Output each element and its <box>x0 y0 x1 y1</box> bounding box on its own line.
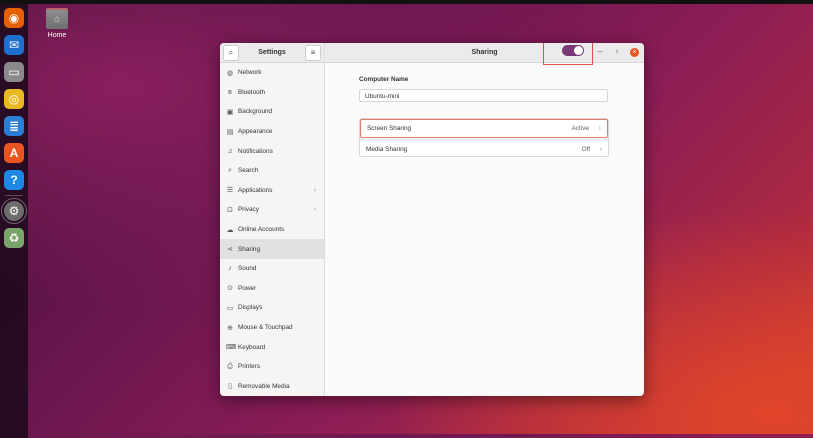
sidebar-item-displays[interactable]: ▭ Displays <box>220 298 324 318</box>
sidebar-item-label: Power <box>238 284 257 292</box>
sidebar-item-privacy[interactable]: ⊡ Privacy › <box>220 200 324 220</box>
home-folder-icon: ⌂ <box>46 8 68 29</box>
sidebar-item-label: Network <box>238 69 262 77</box>
search-icon: ⌕ <box>228 47 234 57</box>
sidebar-item-appearance[interactable]: ▤ Appearance <box>220 122 324 142</box>
sidebar-item-label: Mouse & Touchpad <box>238 324 293 332</box>
sharing-panel: Sharing – ▫ × Computer Name Ubuntu-mini … <box>325 43 644 396</box>
sidebar-item-label: Keyboard <box>238 343 266 351</box>
sharing-options-list: Screen Sharing Active › Media Sharing Of… <box>359 118 609 157</box>
privacy-icon: ⊡ <box>227 206 233 214</box>
maximize-button[interactable]: ▫ <box>612 47 622 56</box>
dock-separator <box>5 195 23 196</box>
top-bar <box>0 0 813 4</box>
settings-icon[interactable]: ⚙ <box>1 198 27 224</box>
sidebar-item-label: Printers <box>238 363 261 371</box>
sound-icon: ♪ <box>228 265 232 273</box>
computer-name-label: Computer Name <box>359 76 409 83</box>
sidebar-item-label: Appearance <box>238 128 273 136</box>
screen-sharing-row[interactable]: Screen Sharing Active › <box>360 119 608 138</box>
sidebar-item-label: Displays <box>238 304 263 312</box>
media-sharing-label: Media Sharing <box>366 145 408 153</box>
sidebar-title: Settings <box>258 49 286 56</box>
sidebar-item-power[interactable]: ⊙ Power <box>220 279 324 299</box>
sidebar-item-network[interactable]: ◍ Network <box>220 63 324 83</box>
sidebar-item-label: Applications <box>238 186 273 194</box>
sidebar-item-printers[interactable]: ⎙ Printers <box>220 357 324 377</box>
sharing-toggle-highlight <box>543 43 593 65</box>
appearance-icon: ▤ <box>226 128 234 136</box>
chevron-right-icon: › <box>598 125 601 132</box>
sidebar-item-label: Search <box>238 167 259 175</box>
dock: ◉ ✉ ▭ ◎ ≣ A? ⚙ ♻ <box>0 4 28 438</box>
sidebar-item-label: Privacy <box>238 206 259 214</box>
hamburger-menu-icon: ≡ <box>310 48 316 57</box>
app-center-icon[interactable]: A <box>4 143 24 163</box>
minimize-button[interactable]: – <box>595 47 605 56</box>
displays-icon: ▭ <box>226 304 234 312</box>
screen-sharing-status: Active <box>571 125 589 132</box>
sidebar-item-background[interactable]: ▣ Background <box>220 102 324 122</box>
home-folder-label: Home <box>47 32 67 39</box>
panel-header: Sharing – ▫ × <box>325 43 644 65</box>
printers-icon: ⎙ <box>227 362 233 370</box>
sidebar-item-label: Sound <box>238 265 257 273</box>
chevron-right-icon: › <box>313 206 316 214</box>
background-icon: ▣ <box>226 108 234 116</box>
sidebar-item-online-accounts[interactable]: ☁ Online Accounts <box>220 220 324 240</box>
writer-icon[interactable]: ≣ <box>4 116 24 136</box>
sidebar-item-search[interactable]: ⌕ Search <box>220 161 324 181</box>
sharing-toggle[interactable] <box>562 45 584 56</box>
firefox-icon[interactable]: ◉ <box>4 8 24 28</box>
rhythmbox-icon[interactable]: ◎ <box>4 89 24 109</box>
files-icon[interactable]: ▭ <box>4 62 24 82</box>
chevron-right-icon: › <box>599 145 602 153</box>
power-icon: ⊙ <box>227 285 233 293</box>
sidebar-item-bluetooth[interactable]: ʙ Bluetooth <box>220 83 324 103</box>
screen-sharing-label: Screen Sharing <box>367 125 412 132</box>
settings-window: ⌕ Settings ≡ ◍ Network ʙ Bluetooth ▣ Backgrou… <box>220 43 644 396</box>
search-button[interactable]: ⌕ <box>223 44 239 61</box>
sidebar-header: ⌕ Settings ≡ <box>220 43 324 63</box>
chevron-right-icon: › <box>313 186 316 194</box>
bluetooth-icon: ʙ <box>228 88 232 96</box>
sidebar-item-label: Bluetooth <box>238 88 266 96</box>
sidebar-item-label: Sharing <box>238 245 261 253</box>
computer-name-field[interactable]: Ubuntu-mini <box>359 89 608 102</box>
sidebar-item-label: Notifications <box>238 147 273 155</box>
sidebar-item-keyboard[interactable]: ⌨ Keyboard <box>220 337 324 357</box>
sidebar-item-label: Online Accounts <box>238 226 285 234</box>
sidebar-item-notifications[interactable]: ♫ Notifications <box>220 141 324 161</box>
sidebar-item-label: Background <box>238 108 273 116</box>
close-button[interactable]: × <box>630 48 639 57</box>
removable-media-icon: ▯ <box>228 383 232 391</box>
menu-button[interactable]: ≡ <box>305 44 321 61</box>
sharing-icon: ⋖ <box>227 246 233 254</box>
sidebar-item-applications[interactable]: ☰ Applications › <box>220 181 324 201</box>
thunderbird-icon[interactable]: ✉ <box>4 35 24 55</box>
mouse-touchpad-icon: ⊕ <box>227 324 233 332</box>
sidebar-item-label: Removable Media <box>238 382 290 390</box>
sidebar-list: ◍ Network ʙ Bluetooth ▣ Background ▤ Appearance… <box>220 63 324 396</box>
sidebar-item-removable-media[interactable]: ▯ Removable Media <box>220 377 324 397</box>
trash-icon[interactable]: ♻ <box>4 228 24 248</box>
network-icon: ◍ <box>226 69 234 77</box>
help-icon[interactable]: ? <box>4 170 24 190</box>
media-sharing-status: Off <box>581 145 590 153</box>
sidebar-item-sound[interactable]: ♪ Sound <box>220 259 324 279</box>
sidebar-item-sharing[interactable]: ⋖ Sharing <box>220 239 324 259</box>
toggle-knob <box>574 46 583 55</box>
search-icon: ⌕ <box>228 166 232 174</box>
keyboard-icon: ⌨ <box>226 344 237 352</box>
notifications-icon: ♫ <box>227 147 233 155</box>
applications-icon: ☰ <box>226 187 234 195</box>
sidebar: ⌕ Settings ≡ ◍ Network ʙ Bluetooth ▣ Backgrou… <box>220 43 325 396</box>
home-folder[interactable]: ⌂ Home <box>44 8 70 39</box>
media-sharing-row[interactable]: Media Sharing Off › <box>360 139 608 158</box>
online-accounts-icon: ☁ <box>226 226 234 234</box>
sidebar-item-mouse-touchpad[interactable]: ⊕ Mouse & Touchpad <box>220 318 324 338</box>
